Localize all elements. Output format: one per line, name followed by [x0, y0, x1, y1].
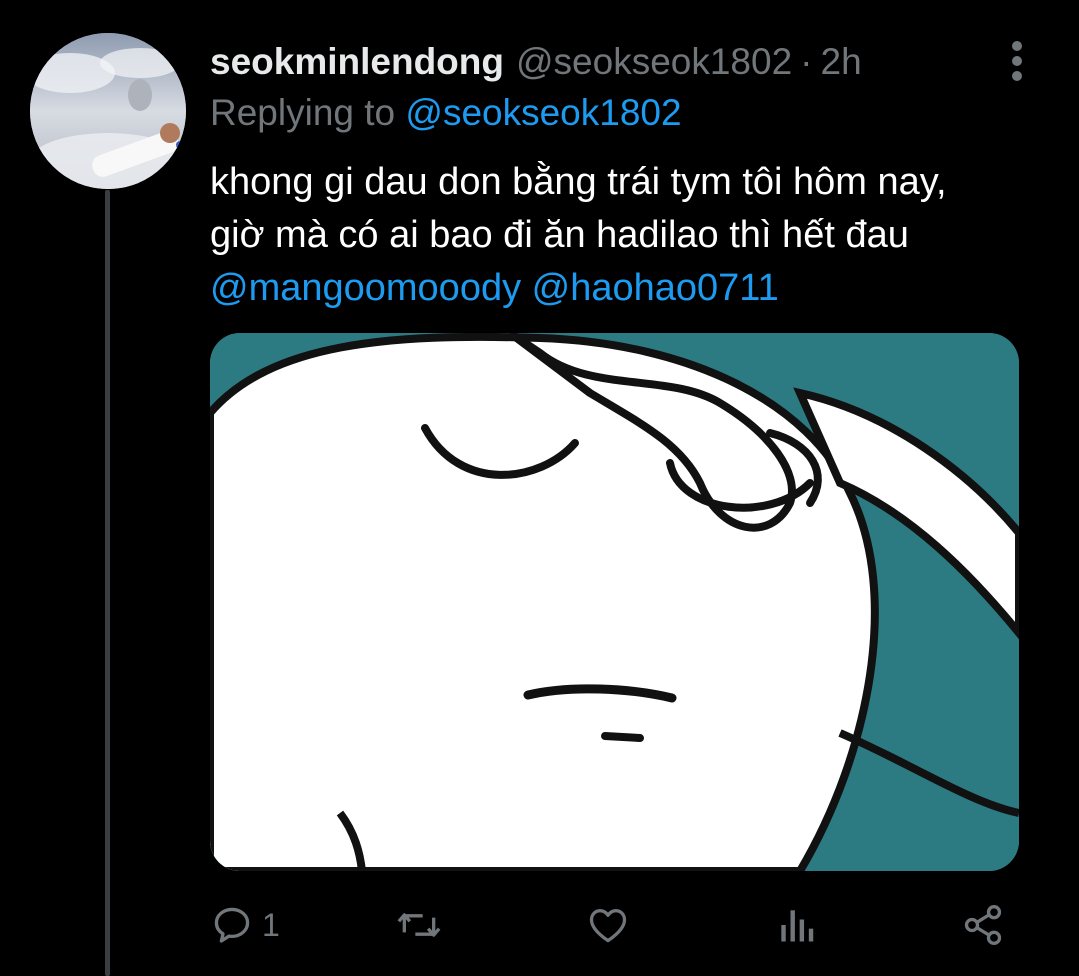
tweet-header: seokminlendong @seokseok1802 · 2h: [210, 38, 862, 86]
reply-button[interactable]: 1: [210, 895, 280, 955]
retweet-button[interactable]: [395, 895, 443, 955]
tweet-text-line-1: khong gi dau don bằng trái tym tôi hôm n…: [210, 161, 947, 203]
separator-dot: ·: [800, 41, 813, 82]
mention-link[interactable]: @mangoomooody: [210, 267, 521, 309]
replying-to-label: Replying to: [210, 92, 396, 133]
analytics-button[interactable]: [776, 895, 816, 955]
reply-icon: [214, 907, 250, 943]
avatar-image: [30, 33, 186, 189]
user-handle[interactable]: @seokseok1802: [516, 38, 792, 86]
cartoon-face-image: [210, 333, 1019, 871]
share-button[interactable]: [960, 895, 1006, 955]
mention-link[interactable]: @haohao0711: [532, 267, 779, 309]
replying-to-handle[interactable]: @seokseok1802: [405, 92, 681, 133]
mentions-line: @mangoomooody @haohao0711: [210, 262, 1040, 315]
thread-line: [105, 190, 110, 976]
like-button[interactable]: [585, 895, 631, 955]
replying-to: Replying to @seokseok1802: [210, 90, 682, 136]
retweet-icon: [397, 913, 441, 937]
timestamp[interactable]: 2h: [821, 38, 862, 86]
tweet-media-image[interactable]: [210, 333, 1019, 871]
heart-icon: [589, 909, 627, 943]
more-vertical-icon: [1012, 41, 1022, 81]
more-options-button[interactable]: [998, 38, 1036, 84]
display-name[interactable]: seokminlendong: [210, 38, 504, 86]
avatar[interactable]: [30, 33, 186, 189]
tweet-actions: 1: [210, 895, 1019, 955]
tweet-text: khong gi dau don bằng trái tym tôi hôm n…: [210, 156, 1040, 315]
share-icon: [964, 905, 1002, 945]
reply-count: 1: [262, 906, 280, 943]
analytics-icon: [781, 910, 814, 942]
tweet-text-line-2: giờ mà có ai bao đi ăn hadilao thì hết đ…: [210, 214, 909, 256]
